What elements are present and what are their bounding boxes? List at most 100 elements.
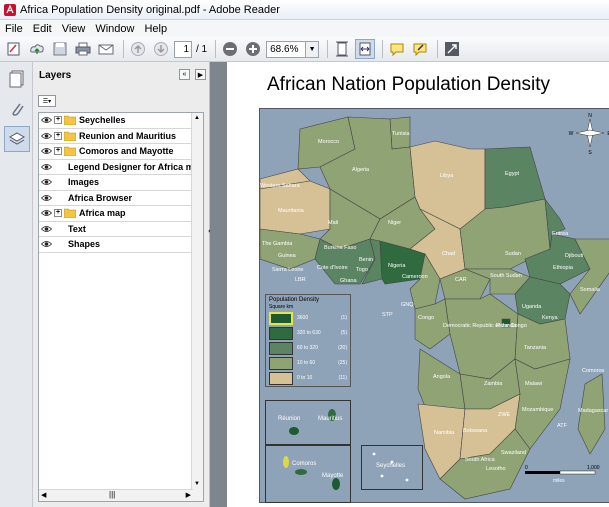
country-label: Mauritania (278, 208, 305, 214)
map-title: African Nation Population Density (267, 74, 551, 95)
toolbar-separator (215, 40, 217, 58)
layer-row[interactable]: Shapes (39, 237, 203, 253)
sign-button[interactable] (410, 39, 430, 59)
navigation-pane-rail (0, 62, 33, 507)
country-label: South Africa (465, 457, 496, 463)
expand-icon[interactable]: + (54, 209, 62, 217)
eye-icon[interactable] (41, 147, 52, 155)
menu-window[interactable]: Window (90, 23, 139, 35)
menu-help[interactable]: Help (139, 23, 172, 35)
reunion-mauritius-inset: Réunion Mauritius (265, 400, 351, 445)
legend-swatch (269, 372, 293, 385)
full-screen-button[interactable] (442, 39, 462, 59)
eye-icon[interactable] (41, 178, 52, 186)
country-label: Mozambique (522, 407, 554, 413)
layer-row[interactable]: Images (39, 175, 203, 191)
zoom-in-button[interactable] (243, 39, 263, 59)
layers-button[interactable] (4, 126, 30, 152)
layer-row[interactable]: Text (39, 222, 203, 237)
arrow-up-circle-icon (131, 42, 145, 56)
compass-s: S (588, 150, 592, 156)
country-label: Cote d'Ivoire (317, 265, 348, 271)
menu-edit[interactable]: Edit (28, 23, 57, 35)
zoom-dropdown-button[interactable]: ▼ (306, 40, 320, 58)
country-label: Guinea (278, 253, 297, 259)
layer-row[interactable]: + Comoros and Mayotte (39, 144, 203, 160)
paperclip-icon (12, 103, 24, 116)
adobe-reader-icon (4, 3, 16, 16)
expand-icon (445, 42, 460, 56)
label-seychelles: Seychelles (376, 463, 406, 469)
fit-width-button[interactable] (355, 39, 376, 59)
save-button[interactable] (50, 39, 70, 59)
expand-icon[interactable]: + (54, 147, 62, 155)
expand-icon[interactable]: + (54, 116, 62, 124)
fit-page-button[interactable] (332, 39, 352, 59)
layer-label: Shapes (68, 239, 101, 250)
country-label: Western Sahara (260, 183, 301, 189)
eye-icon[interactable] (41, 225, 52, 233)
layer-row[interactable]: Legend Designer for Africa map (39, 160, 204, 175)
pdf-page: African Nation Population Density Morocc… (227, 62, 609, 507)
country-label: Botswana (463, 428, 488, 434)
eye-icon[interactable] (41, 116, 52, 124)
legend-count: (5) (340, 330, 347, 336)
document-view[interactable]: African Nation Population Density Morocc… (210, 62, 609, 507)
create-pdf-button[interactable] (4, 39, 24, 59)
legend-title: Population Density (269, 297, 320, 303)
panel-menu-button[interactable]: ▶ (195, 69, 206, 80)
eye-icon[interactable] (41, 132, 52, 140)
layer-label: Reunion and Mauritius (79, 130, 177, 141)
expand-icon[interactable]: + (54, 131, 62, 140)
country-label: Eritrea (552, 231, 569, 237)
layer-label: Comoros and Mayotte (79, 146, 174, 157)
minus-circle-icon (223, 42, 238, 56)
label-reunion: Réunion (278, 416, 301, 422)
country-label: Benin (359, 257, 373, 263)
layer-label: Images (68, 177, 100, 188)
legend-row: 320 to 630 (5) (269, 327, 349, 341)
vertical-scrollbar[interactable]: ▲ ▼ (191, 113, 203, 501)
comment-button[interactable] (387, 39, 407, 59)
country-label: Burkina Faso (324, 245, 356, 251)
layer-label: Legend Designer for Africa map (68, 161, 204, 172)
page-total: / 1 (196, 43, 208, 55)
legend-range: 0 to 10 (297, 375, 313, 381)
email-button[interactable] (96, 39, 116, 59)
layer-row[interactable]: + Seychelles (39, 113, 203, 129)
page-number-input[interactable]: 1 (174, 40, 192, 58)
print-button[interactable] (73, 39, 93, 59)
eye-icon[interactable] (41, 163, 52, 171)
comoros-mayotte-inset: Comoros Mayotte (265, 445, 351, 503)
layer-row[interactable]: + Reunion and Mauritius (39, 129, 203, 144)
eye-icon[interactable] (41, 194, 52, 202)
layer-options-button[interactable]: ☰▾ (38, 95, 56, 107)
compass-rose: N S W E (569, 113, 609, 156)
country-label: Ethiopia (553, 265, 574, 271)
horizontal-scrollbar[interactable]: ◀ ||| ▶ (39, 489, 193, 501)
zoom-level-input[interactable]: 68.6% (266, 40, 307, 58)
page-thumbnails-button[interactable] (6, 68, 28, 90)
legend-count: (11) (338, 375, 347, 381)
menu-file[interactable]: File (0, 23, 28, 35)
toolbar: 1 / 1 68.6% ▼ (0, 37, 609, 62)
next-page-button[interactable] (151, 39, 171, 59)
share-button[interactable] (27, 39, 47, 59)
eye-icon[interactable] (41, 209, 52, 217)
country-label: Sierra Leone (272, 267, 304, 273)
zoom-out-button[interactable] (220, 39, 240, 59)
toolbar-separator (437, 40, 439, 58)
menu-view[interactable]: View (57, 23, 91, 35)
attachments-button[interactable] (6, 98, 28, 120)
country-label: Swaziland (501, 450, 526, 456)
country-label: ATF (557, 423, 568, 429)
eye-icon[interactable] (41, 240, 52, 248)
layer-row[interactable]: Africa Browser (39, 191, 203, 206)
layer-row[interactable]: + Africa map (39, 206, 203, 222)
legend-row: 60 to 320 (20) (269, 342, 349, 356)
legend-swatch (269, 357, 293, 370)
previous-page-button[interactable] (128, 39, 148, 59)
collapse-panel-button[interactable]: « (179, 69, 190, 80)
label-comoros-inset: Comoros (292, 461, 317, 467)
country-label: Nigeria (388, 263, 406, 269)
